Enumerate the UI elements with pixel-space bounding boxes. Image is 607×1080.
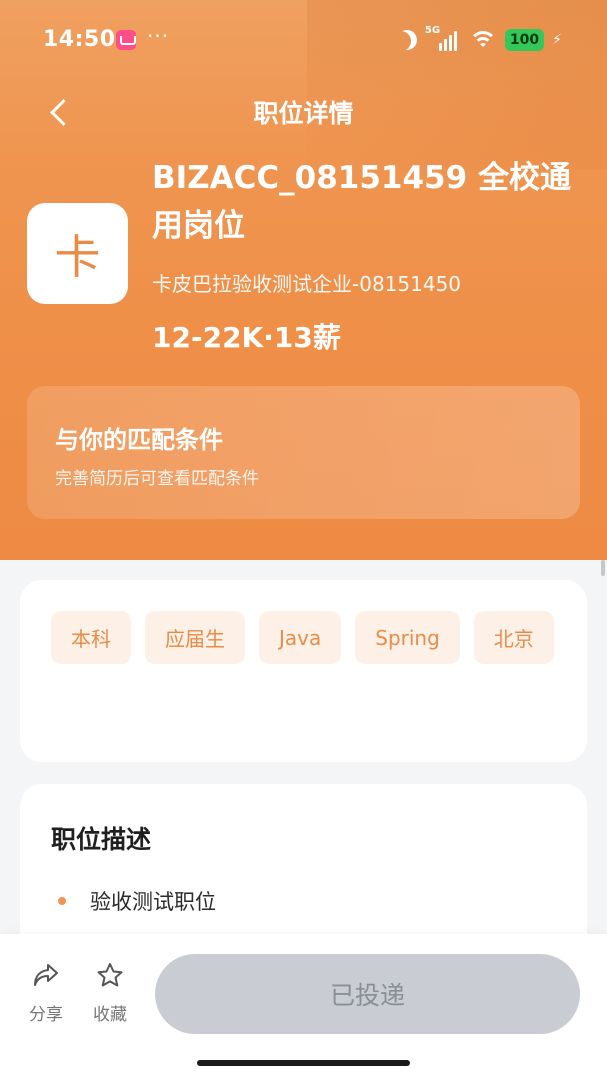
page-title: 职位详情 [253, 99, 354, 128]
salary: 12-22K·13薪 [152, 321, 341, 354]
charging-icon: ⚡ [552, 32, 562, 48]
star-icon [97, 963, 123, 987]
tag-education: 本科 [51, 611, 131, 664]
job-description-title: 职位描述 [51, 825, 152, 854]
bullet-icon [58, 897, 66, 905]
job-tags-card: 本科 应届生 Java Spring 北京 [20, 580, 587, 762]
job-tags: 本科 应届生 Java Spring 北京 [51, 611, 561, 664]
tag-experience: 应届生 [145, 611, 245, 664]
status-bar: 14:50 ··· 5G 100 ⚡ [0, 0, 607, 80]
share-label: 分享 [29, 1005, 63, 1025]
share-button[interactable]: 分享 [21, 962, 71, 1025]
notification-app-icon [116, 30, 136, 50]
company-name: 卡皮巴拉验收测试企业-08151450 [152, 272, 462, 296]
company-logo: 卡 [27, 203, 128, 304]
do-not-disturb-icon [394, 27, 420, 53]
bottom-action-bar: 分享 收藏 已投递 [0, 934, 607, 1080]
share-icon [34, 964, 58, 986]
match-conditions-title: 与你的匹配条件 [55, 426, 223, 454]
company-logo-char: 卡 [54, 229, 101, 284]
job-title: BIZACC_08151459 全校通用岗位 [152, 160, 571, 244]
nav-bar: 职位详情 [0, 80, 607, 144]
scrollbar[interactable] [601, 560, 605, 576]
favorite-label: 收藏 [93, 1005, 127, 1025]
tag-skill-spring: Spring [355, 611, 460, 664]
home-indicator[interactable] [197, 1060, 410, 1066]
tag-skill-java: Java [259, 611, 342, 664]
battery-indicator: 100 [504, 29, 545, 51]
tag-location: 北京 [473, 611, 554, 664]
applied-button[interactable]: 已投递 [155, 954, 580, 1034]
network-type-label: 5G [424, 25, 441, 36]
wifi-icon [468, 29, 497, 51]
list-item-text: 验收测试职位 [90, 890, 216, 914]
match-conditions-subtitle: 完善简历后可查看匹配条件 [55, 469, 259, 489]
favorite-button[interactable]: 收藏 [85, 962, 135, 1025]
status-time: 14:50 [43, 27, 116, 52]
match-conditions-card[interactable]: 与你的匹配条件 完善简历后可查看匹配条件 [27, 386, 580, 519]
list-item: 验收测试职位 [51, 886, 216, 916]
status-indicators: 5G 100 ⚡ [394, 25, 562, 53]
more-notifications-icon: ··· [147, 24, 170, 48]
cellular-signal-icon: 5G [425, 25, 461, 51]
